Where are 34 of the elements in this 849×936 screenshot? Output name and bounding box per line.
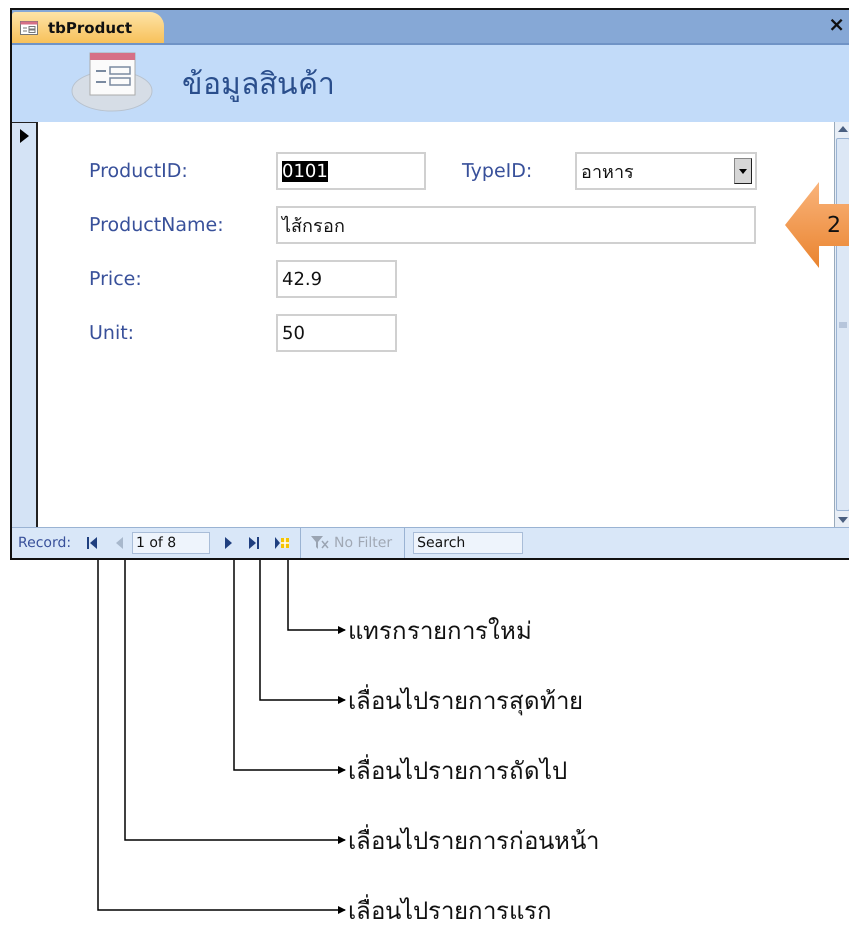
input-field[interactable]: 50 [276, 314, 397, 352]
field-label: ProductName: [89, 214, 225, 236]
search-field[interactable]: Search [413, 532, 524, 554]
field-label: TypeID: [462, 160, 534, 182]
field-label: ProductID: [89, 160, 189, 182]
field-label: Unit: [89, 322, 136, 344]
document-tab[interactable]: tbProduct [12, 12, 164, 43]
record-label: Record: [17, 535, 72, 551]
field-label: Price: [89, 268, 143, 290]
form-tab-icon [20, 20, 38, 34]
scroll-up-icon [838, 126, 848, 132]
input-field[interactable]: ไส้กรอก [276, 206, 756, 244]
last-record-icon [249, 537, 259, 549]
next-record-icon [224, 537, 232, 549]
first-record-icon [87, 537, 97, 549]
filter-icon [311, 536, 329, 550]
input-field[interactable]: 42.9 [276, 260, 397, 298]
close-button[interactable]: × [828, 12, 849, 42]
dropdown-icon[interactable] [734, 158, 752, 184]
current-record-icon [20, 129, 28, 143]
record-selector[interactable] [12, 122, 38, 527]
callout-label: เลื่อนไปรายการแรก [348, 875, 849, 936]
type-combo-box[interactable]: อาหาร [575, 152, 757, 190]
callout-label: เลื่อนไปรายการก่อนหน้า [348, 805, 849, 875]
input-field[interactable]: 0101 [276, 152, 426, 190]
callout-label: แทรกรายการใหม่ [348, 616, 533, 646]
new-record-icon [275, 537, 289, 549]
record-position-field[interactable]: 1 of 8 [132, 532, 210, 554]
callout-label: เลื่อนไปรายการถัดไป [348, 735, 849, 805]
step-badge: 2 [785, 182, 849, 268]
scroll-down-icon [838, 517, 848, 523]
previous-record-icon [116, 537, 122, 549]
callout-label: เลื่อนไปรายการสุดท้าย [348, 665, 849, 735]
form-title: ข้อมูลสินค้า [182, 66, 335, 104]
